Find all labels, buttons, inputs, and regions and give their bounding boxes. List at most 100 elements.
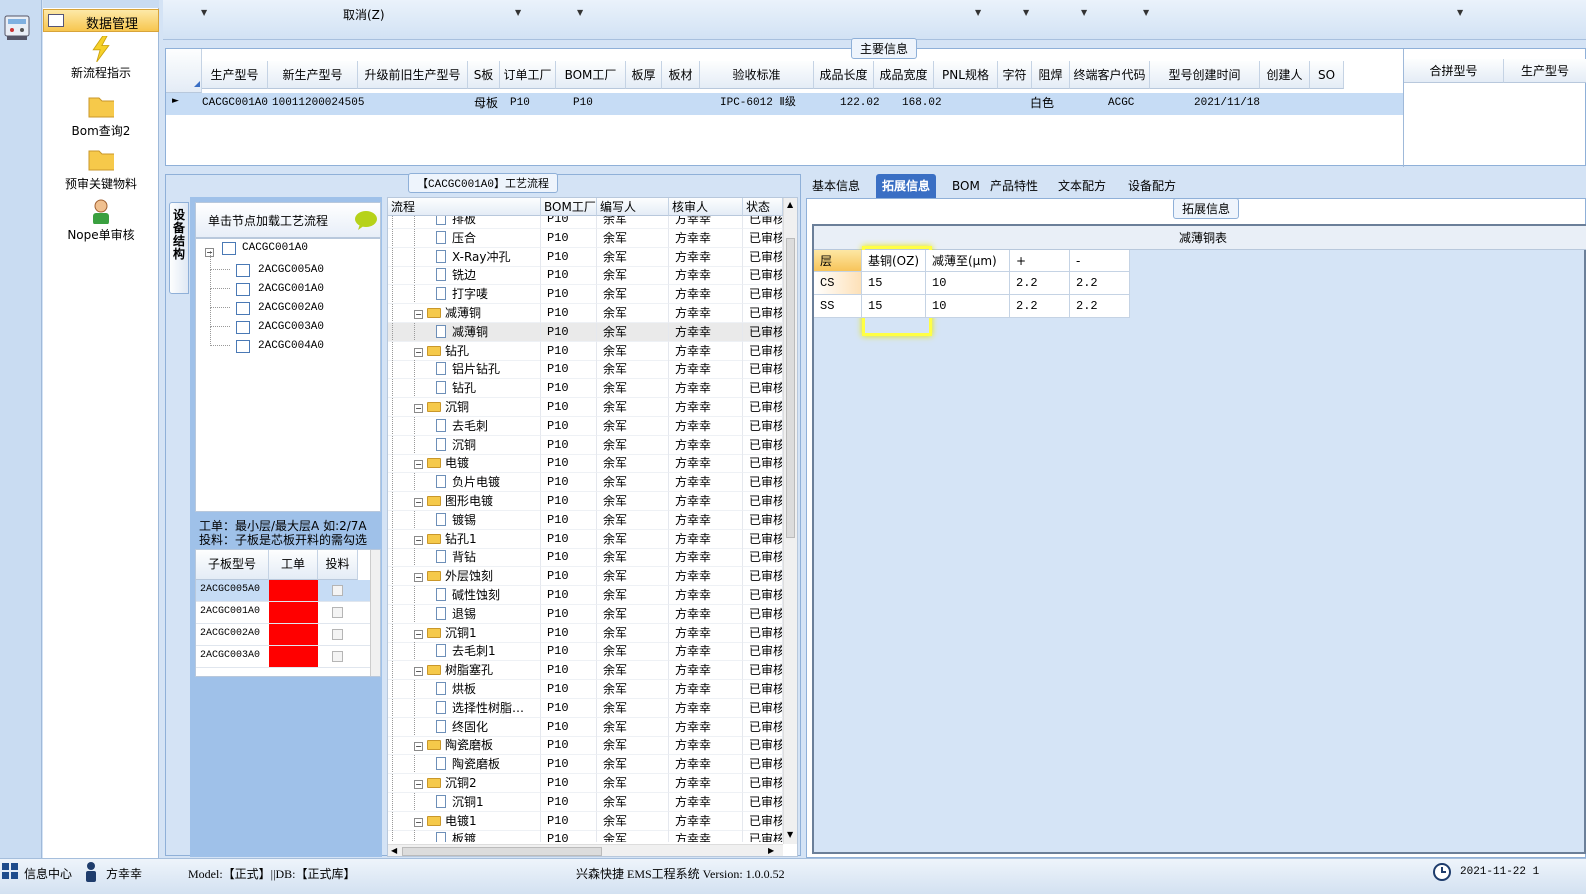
collapse-toggle-icon[interactable]: − [414, 780, 423, 789]
tree-node[interactable]: 2ACGC001A0 [258, 283, 324, 295]
dropdown-arrow-icon[interactable]: ▼ [1081, 8, 1087, 17]
tab[interactable]: 设备配方 [1122, 174, 1182, 198]
collapse-toggle-icon[interactable]: − [414, 629, 423, 639]
flow-row[interactable]: 退锡 P10 余军 方幸幸 已审核 [388, 604, 783, 624]
col-header[interactable]: 新生产型号 [268, 61, 358, 89]
flow-row[interactable]: − 电镀 P10 余军 方幸幸 已审核 [388, 454, 783, 474]
col-header[interactable]: BOM工厂 [556, 61, 626, 89]
flow-row[interactable]: − 减薄铜 P10 余军 方幸幸 已审核 [388, 304, 783, 323]
nav-item-data-management[interactable]: 数据管理 [43, 9, 159, 32]
feed-checkbox[interactable] [332, 629, 343, 640]
dropdown-arrow-icon[interactable]: ▼ [1023, 8, 1029, 17]
flow-row[interactable]: 去毛刺1 P10 余军 方幸幸 已审核 [388, 642, 783, 662]
table-cell[interactable]: 2.2 [1010, 272, 1070, 295]
table-cell[interactable]: CS [814, 272, 862, 295]
flow-row[interactable]: 去毛刺 P10 余军 方幸幸 已审核 [388, 416, 783, 436]
dropdown-arrow-icon[interactable]: ▼ [1457, 8, 1463, 17]
tab[interactable]: BOM [946, 174, 986, 198]
collapse-toggle-icon[interactable]: − [414, 460, 423, 470]
flow-row[interactable]: 镀锡 P10 余军 方幸幸 已审核 [388, 510, 783, 530]
dropdown-arrow-icon[interactable]: ▼ [577, 8, 583, 17]
col-header[interactable]: SO [1310, 61, 1344, 89]
flow-row[interactable]: 背钻 P10 余军 方幸幸 已审核 [388, 548, 783, 568]
flow-row[interactable]: 陶瓷磨板 P10 余军 方幸幸 已审核 [388, 755, 783, 775]
tree-node[interactable]: 2ACGC004A0 [258, 340, 324, 352]
dropdown-arrow-icon[interactable]: ▼ [975, 8, 981, 17]
flow-row[interactable]: 板镀 P10 余军 方幸幸 已审核 [388, 830, 783, 842]
collapse-toggle-icon[interactable]: − [414, 498, 423, 507]
nav-item-new-flow[interactable]: 新流程指示 [43, 36, 159, 81]
nav-top-item[interactable] [43, 0, 159, 8]
flow-row[interactable]: 沉铜1 P10 余军 方幸幸 已审核 [388, 792, 783, 812]
col-merge-model[interactable]: 合拼型号 [1404, 59, 1504, 83]
flow-row[interactable]: 烘板 P10 余军 方幸幸 已审核 [388, 680, 783, 699]
dropdown-arrow-icon[interactable]: ▼ [515, 8, 521, 17]
flow-row[interactable]: 钻孔 P10 余军 方幸幸 已审核 [388, 379, 783, 399]
col-header[interactable]: PNL规格 [934, 61, 998, 89]
collapse-toggle-icon[interactable]: − [414, 573, 423, 583]
table-row[interactable]: 2ACGC002A0 [196, 624, 370, 646]
flow-row[interactable]: − 沉铜 P10 余军 方幸幸 已审核 [388, 398, 783, 417]
flow-row[interactable]: − 图形电镀 P10 余军 方幸幸 已审核 [388, 492, 783, 511]
col-header[interactable]: 生产型号 [202, 61, 268, 89]
col-header[interactable]: - [1070, 250, 1130, 272]
tree-node[interactable]: 2ACGC005A0 [258, 264, 324, 276]
collapse-toggle-icon[interactable]: − [414, 742, 423, 752]
col-header[interactable]: 编写人 [597, 198, 669, 216]
dropdown-arrow-icon[interactable]: ▼ [201, 8, 207, 17]
flow-row[interactable]: 负片电镀 P10 余军 方幸幸 已审核 [388, 473, 783, 493]
col-header[interactable]: 流程 [388, 198, 541, 216]
flow-row[interactable]: 铣边 P10 余军 方幸幸 已审核 [388, 266, 783, 286]
info-center-button[interactable]: 信息中心 [24, 865, 72, 882]
nav-item-nope-review[interactable]: Nope单审核 [43, 198, 159, 243]
col-header[interactable]: 成品宽度 [874, 61, 934, 89]
col-header[interactable]: BOM工厂 [541, 198, 597, 216]
col-header[interactable]: 基铜(OZ) [862, 250, 926, 272]
work-order-cell[interactable] [269, 624, 318, 645]
table-row[interactable]: 2ACGC001A0 [196, 602, 370, 624]
table-cell[interactable]: 15 [862, 272, 926, 295]
collapse-toggle-icon[interactable]: − [414, 817, 423, 827]
collapse-toggle-icon[interactable]: − [414, 535, 423, 545]
col-header[interactable]: 字符 [998, 61, 1032, 89]
col-header[interactable]: 阻焊 [1032, 61, 1070, 89]
table-cell[interactable]: 2.2 [1070, 295, 1130, 318]
tab[interactable]: 基本信息 [806, 174, 866, 198]
table-cell[interactable]: 10 [926, 295, 1010, 318]
col-header[interactable]: 板材 [662, 61, 700, 89]
col-header[interactable]: 板厚 [626, 61, 662, 89]
flow-row[interactable]: 碱性蚀刻 P10 余军 方幸幸 已审核 [388, 586, 783, 605]
cancel-button[interactable]: 取消(Z) [343, 6, 385, 23]
col-header[interactable]: 订单工厂 [500, 61, 556, 89]
flow-row[interactable]: − 钻孔1 P10 余军 方幸幸 已审核 [388, 529, 783, 549]
scrollbar[interactable] [370, 550, 380, 676]
table-row[interactable]: ► CACGC001A0 10011200024505 母板 P10 P10 I… [166, 93, 1403, 115]
flow-row[interactable]: 减薄铜 P10 余军 方幸幸 已审核 [388, 322, 783, 342]
col-header[interactable]: 状态 [743, 198, 783, 216]
col-header[interactable]: 验收标准 [700, 61, 814, 89]
flow-row[interactable]: 终固化 P10 余军 方幸幸 已审核 [388, 717, 783, 737]
feed-checkbox[interactable] [332, 607, 343, 618]
work-order-cell[interactable] [269, 580, 318, 601]
col-header[interactable]: S板 [468, 61, 500, 89]
table-cell[interactable]: 15 [862, 295, 926, 318]
collapse-toggle-icon[interactable]: − [414, 347, 423, 357]
flow-row[interactable]: 铝片钻孔 P10 余军 方幸幸 已审核 [388, 360, 783, 380]
flow-row[interactable]: − 沉铜2 P10 余军 方幸幸 已审核 [388, 774, 783, 793]
vertical-tab-structure[interactable]: 设备结构 [169, 202, 189, 294]
table-cell[interactable]: 2.2 [1010, 295, 1070, 318]
dropdown-arrow-icon[interactable]: ▼ [1143, 8, 1149, 17]
col-header[interactable]: 创建人 [1260, 61, 1310, 89]
table-cell[interactable]: 10 [926, 272, 1010, 295]
flow-row[interactable]: 选择性树脂… P10 余军 方幸幸 已审核 [388, 698, 783, 718]
calculator-icon[interactable] [4, 14, 30, 42]
table-cell[interactable]: 2.2 [1070, 272, 1130, 295]
work-order-cell[interactable] [269, 646, 318, 667]
col-header[interactable]: 型号创建时间 [1150, 61, 1260, 89]
tree-root[interactable]: CACGC001A0 [242, 242, 308, 254]
horizontal-scrollbar[interactable]: ◀ ▶ [388, 844, 783, 856]
flow-row[interactable]: 压合 P10 余军 方幸幸 已审核 [388, 228, 783, 248]
col-work-order[interactable]: 工单 [269, 550, 318, 580]
col-header[interactable]: 成品长度 [814, 61, 874, 89]
flow-row[interactable]: − 沉铜1 P10 余军 方幸幸 已审核 [388, 623, 783, 643]
